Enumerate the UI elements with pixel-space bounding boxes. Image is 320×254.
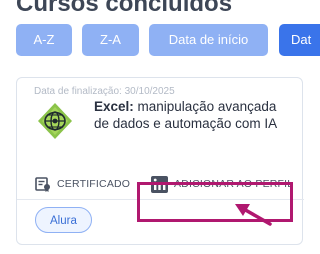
sort-az-button[interactable]: A-Z [16,24,72,56]
sort-za-button[interactable]: Z-A [82,24,139,56]
excel-logo [38,103,72,139]
certificate-label: CERTIFICADO [57,178,131,190]
completion-date: Data de finalização: 30/10/2025 [34,86,175,97]
sort-end-date-button[interactable]: Dat [279,24,320,56]
certificate-icon [35,176,50,192]
sort-filter-bar: A-Z Z-A Data de início Dat [0,0,320,60]
course-title[interactable]: Excel: manipulação avançada de dados e a… [94,98,294,132]
pointer-arrow-icon [235,204,272,226]
course-title-bold: Excel: [94,99,134,114]
provider-tag[interactable]: Alura [35,207,92,233]
sort-start-date-button[interactable]: Data de início [149,24,268,56]
certificate-button[interactable]: CERTIFICADO [35,173,130,195]
